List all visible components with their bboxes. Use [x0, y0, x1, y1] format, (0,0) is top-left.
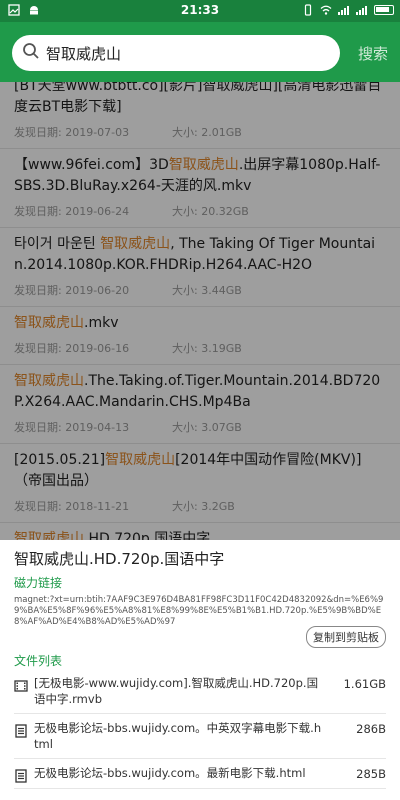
signal-icon — [338, 4, 350, 16]
detail-title: 智取威虎山.HD.720p.国语中字 — [14, 550, 225, 568]
battery-icon — [374, 5, 394, 15]
search-button[interactable]: 搜索 — [358, 43, 388, 64]
file-list: [无极电影-www.wujidy.com].智取威虎山.HD.720p.国语中字… — [14, 669, 386, 789]
file-list-label: 文件列表 — [14, 654, 63, 668]
search-icon — [22, 42, 40, 64]
file-row[interactable]: 无极电影论坛-bbs.wujidy.com。最新电影下载.html 285B — [14, 759, 386, 789]
video-file-icon — [14, 678, 28, 692]
file-size: 285B — [356, 767, 386, 781]
status-bar: 21:33 — [0, 0, 400, 22]
search-box[interactable] — [12, 35, 340, 71]
signal-icon-2 — [356, 4, 368, 16]
file-name: 无极电影论坛-bbs.wujidy.com。中英双字幕电影下载.html — [34, 721, 322, 751]
file-name: 无极电影论坛-bbs.wujidy.com。最新电影下载.html — [34, 766, 306, 780]
copy-to-clipboard-button[interactable]: 复制到剪贴板 — [306, 626, 386, 648]
search-bar: 搜索 — [0, 22, 400, 82]
detail-sheet: 智取威虎山.HD.720p.国语中字 磁力链接 magnet:?xt=urn:b… — [0, 540, 400, 800]
magnet-label: 磁力链接 — [14, 576, 63, 590]
file-size: 1.61GB — [343, 677, 386, 691]
magnet-link[interactable]: magnet:?xt=urn:btih:7AAF9C3E976D4BA81FF9… — [14, 595, 386, 628]
file-row[interactable]: [无极电影-www.wujidy.com].智取威虎山.HD.720p.国语中字… — [14, 669, 386, 714]
dim-overlay[interactable] — [0, 82, 400, 540]
wifi-icon — [320, 4, 332, 16]
file-row[interactable]: 无极电影论坛-bbs.wujidy.com。中英双字幕电影下载.html 286B — [14, 714, 386, 759]
document-file-icon — [14, 723, 28, 738]
file-size: 286B — [356, 722, 386, 736]
document-file-icon — [14, 768, 28, 783]
search-input[interactable] — [46, 44, 326, 62]
vibrate-icon — [302, 4, 314, 16]
file-name: [无极电影-www.wujidy.com].智取威虎山.HD.720p.国语中字… — [34, 676, 319, 706]
